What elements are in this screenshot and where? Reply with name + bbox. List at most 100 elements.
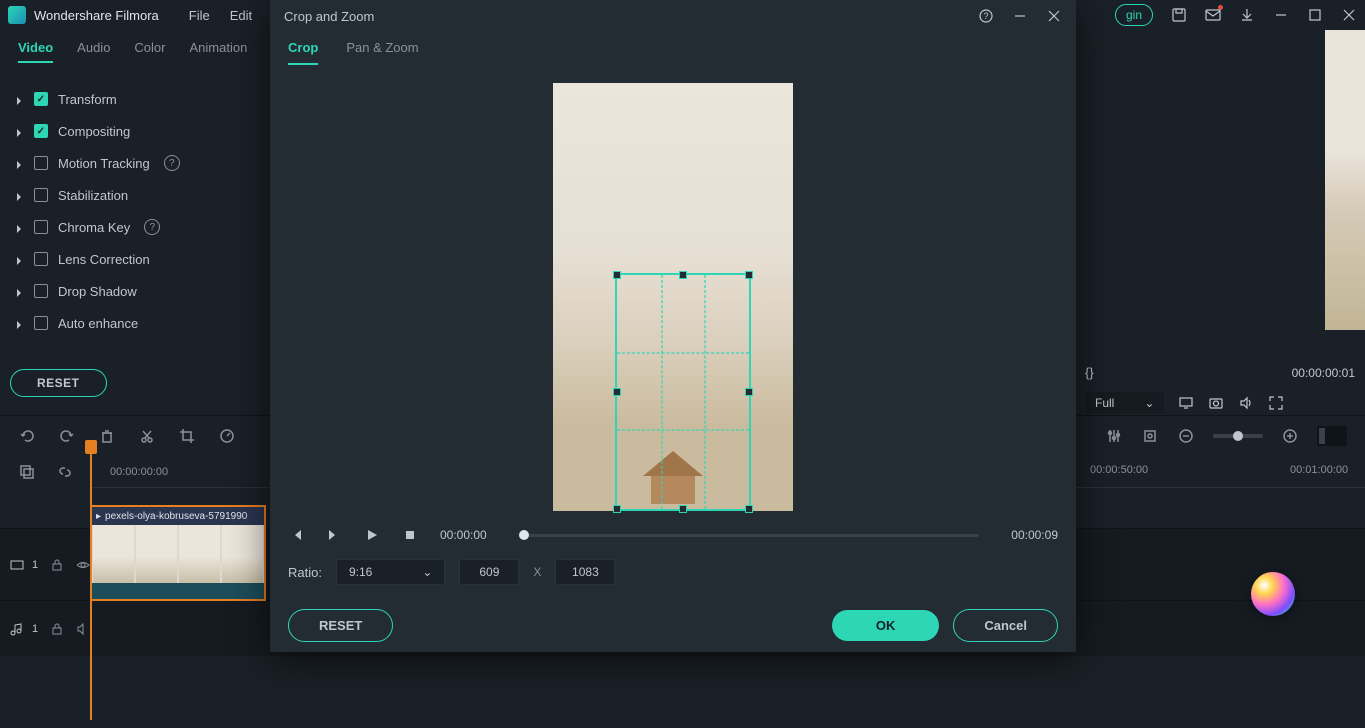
lock-icon[interactable]	[50, 622, 64, 636]
timeline-clip[interactable]: ▸ pexels-olya-kobruseva-5791990	[90, 505, 266, 601]
playback-current-time: 00:00:00	[440, 528, 487, 542]
camera-icon[interactable]	[1208, 395, 1224, 411]
crop-handle-tm[interactable]	[679, 271, 687, 279]
video-track-head: 1	[0, 558, 90, 572]
checkbox-lens-correction[interactable]	[34, 252, 48, 266]
reset-properties-button[interactable]: RESET	[10, 369, 107, 397]
close-icon[interactable]	[1341, 7, 1357, 23]
audio-track-head: 1	[0, 622, 90, 636]
next-frame-icon[interactable]	[326, 527, 342, 543]
minimize-icon[interactable]	[1012, 8, 1028, 24]
track-size-toggle[interactable]	[1317, 426, 1347, 446]
zoom-out-icon[interactable]	[1177, 427, 1195, 445]
crop-height-input[interactable]: 1083	[555, 559, 615, 585]
tab-video[interactable]: Video	[18, 40, 53, 63]
crop-handle-tr[interactable]	[745, 271, 753, 279]
tab-pan-zoom[interactable]: Pan & Zoom	[346, 40, 418, 65]
mail-icon[interactable]	[1205, 7, 1221, 23]
ratio-dropdown[interactable]: 9:16 ⌄	[336, 559, 445, 585]
cut-icon[interactable]	[138, 427, 156, 445]
svg-text:?: ?	[983, 11, 988, 21]
quality-value: Full	[1095, 396, 1114, 410]
delete-icon[interactable]	[98, 427, 116, 445]
login-button[interactable]: gin	[1115, 4, 1153, 26]
help-icon[interactable]: ?	[978, 8, 994, 24]
mixer-icon[interactable]	[1105, 427, 1123, 445]
play-icon[interactable]	[364, 527, 380, 543]
crop-handle-ml[interactable]	[613, 388, 621, 396]
help-icon[interactable]: ?	[144, 219, 160, 235]
app-title: Wondershare Filmora	[34, 8, 159, 23]
crop-rectangle[interactable]	[615, 273, 751, 511]
stop-icon[interactable]	[402, 527, 418, 543]
volume-icon[interactable]	[1238, 395, 1254, 411]
app-logo	[8, 6, 26, 24]
checkbox-drop-shadow[interactable]	[34, 284, 48, 298]
prop-label: Compositing	[58, 124, 130, 139]
chevron-right-icon	[14, 126, 24, 136]
filmora-assistant-orb[interactable]	[1251, 572, 1295, 616]
crop-handle-tl[interactable]	[613, 271, 621, 279]
lock-icon[interactable]	[50, 558, 64, 572]
quality-dropdown[interactable]: Full ⌄	[1085, 392, 1164, 414]
speaker-icon[interactable]	[76, 622, 90, 636]
preview-canvas-area	[1075, 30, 1365, 359]
marker-close[interactable]: }	[1089, 365, 1093, 380]
download-icon[interactable]	[1239, 7, 1255, 23]
chevron-down-icon: ⌄	[422, 565, 432, 579]
zoom-in-icon[interactable]	[1281, 427, 1299, 445]
playback-slider[interactable]	[519, 534, 980, 537]
checkbox-chroma-key[interactable]	[34, 220, 48, 234]
checkbox-motion-tracking[interactable]	[34, 156, 48, 170]
eye-icon[interactable]	[76, 558, 90, 572]
crop-handle-bl[interactable]	[613, 505, 621, 513]
redo-icon[interactable]	[58, 427, 76, 445]
crop-icon[interactable]	[178, 427, 196, 445]
ratio-label: Ratio:	[288, 565, 322, 580]
menu-edit[interactable]: Edit	[230, 8, 252, 23]
ratio-row: Ratio: 9:16 ⌄ 609 X 1083	[270, 551, 1076, 593]
crop-width-input[interactable]: 609	[459, 559, 519, 585]
playhead[interactable]	[90, 440, 92, 720]
undo-icon[interactable]	[18, 427, 36, 445]
marker-icon[interactable]	[1141, 427, 1159, 445]
ruler-mark: 00:00:50:00	[1090, 464, 1148, 476]
crop-handle-bm[interactable]	[679, 505, 687, 513]
crop-handle-br[interactable]	[745, 505, 753, 513]
chevron-right-icon	[14, 94, 24, 104]
prev-frame-icon[interactable]	[288, 527, 304, 543]
minimize-icon[interactable]	[1273, 7, 1289, 23]
tab-animation[interactable]: Animation	[190, 40, 248, 63]
maximize-icon[interactable]	[1307, 7, 1323, 23]
ok-button[interactable]: OK	[832, 610, 940, 641]
close-icon[interactable]	[1046, 8, 1062, 24]
chevron-right-icon	[14, 254, 24, 264]
preview-canvas[interactable]	[1325, 30, 1365, 330]
dialog-reset-button[interactable]: RESET	[288, 609, 393, 642]
chevron-right-icon	[14, 286, 24, 296]
checkbox-transform[interactable]	[34, 92, 48, 106]
crop-canvas[interactable]	[553, 83, 793, 511]
clip-name: pexels-olya-kobruseva-5791990	[105, 511, 247, 522]
chevron-down-icon: ⌄	[1144, 396, 1154, 410]
checkbox-compositing[interactable]	[34, 124, 48, 138]
media-add-icon[interactable]	[18, 463, 36, 481]
menu-file[interactable]: File	[189, 8, 210, 23]
help-icon[interactable]: ?	[164, 155, 180, 171]
preview-timecode: 00:00:00:01	[1292, 366, 1355, 380]
save-icon[interactable]	[1171, 7, 1187, 23]
checkbox-stabilization[interactable]	[34, 188, 48, 202]
tab-crop[interactable]: Crop	[288, 40, 318, 65]
tab-color[interactable]: Color	[134, 40, 165, 63]
speed-icon[interactable]	[218, 427, 236, 445]
audio-track-number: 1	[32, 623, 38, 635]
crop-handle-mr[interactable]	[745, 388, 753, 396]
zoom-slider[interactable]	[1213, 434, 1263, 438]
tab-audio[interactable]: Audio	[77, 40, 110, 63]
display-icon[interactable]	[1178, 395, 1194, 411]
checkbox-auto-enhance[interactable]	[34, 316, 48, 330]
link-icon[interactable]	[56, 463, 74, 481]
fullscreen-icon[interactable]	[1268, 395, 1284, 411]
clip-audio-waveform	[92, 583, 264, 599]
cancel-button[interactable]: Cancel	[953, 609, 1058, 642]
